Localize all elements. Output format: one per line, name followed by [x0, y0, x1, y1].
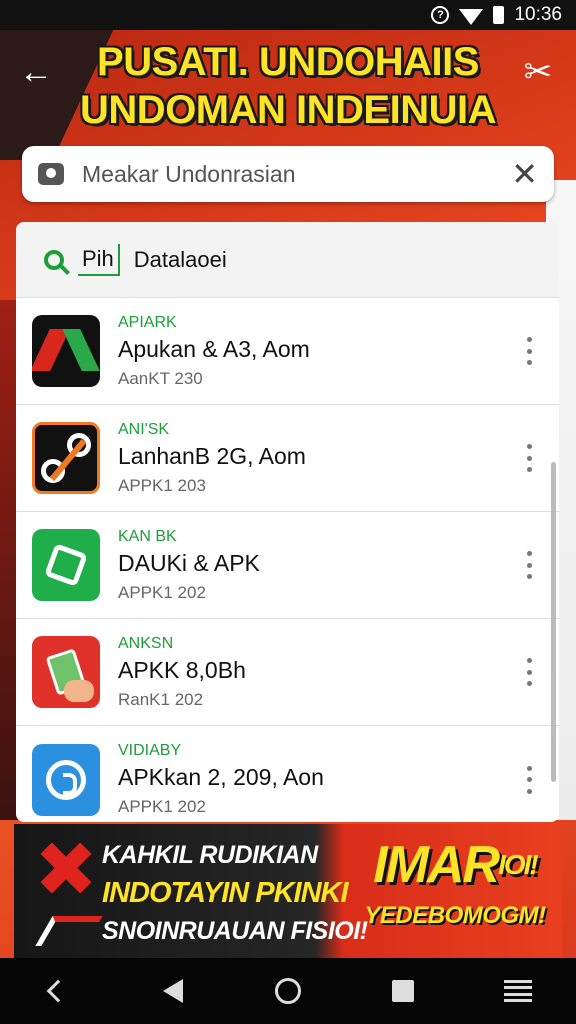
- app-meta: RanK1 202: [118, 689, 204, 709]
- arrow-left-icon: ←: [19, 52, 53, 91]
- banner-subline: YEDEBOMOGM!: [364, 902, 546, 929]
- banner-line-1: KAHKIL RUDIKIAN: [102, 841, 318, 869]
- app-meta: APPK1 202: [118, 582, 206, 602]
- scrollbar[interactable]: [551, 462, 556, 782]
- search-bar: ✕: [22, 146, 554, 202]
- page-title: PUSATI. UNDOHAIIS UNDOMAN INDEINUIA: [80, 38, 496, 134]
- scissors-app-icon: [32, 422, 100, 494]
- phone-hand-app-icon: [32, 636, 100, 708]
- app-tag: KAN BK: [118, 527, 177, 545]
- app-name: DAUKi & APK: [118, 549, 260, 576]
- triangle-app-icon: [32, 315, 100, 387]
- app-name: APKK 8,0Bh: [118, 656, 246, 683]
- app-meta: AanKT 230: [118, 368, 203, 388]
- app-meta: APPK1 203: [118, 475, 206, 495]
- banner-headline-text: IMAR: [373, 836, 500, 894]
- back-triangle-icon: [162, 979, 183, 1003]
- recents-square-icon: [392, 980, 415, 1002]
- app-tag: VIDIABY: [118, 742, 182, 759]
- app-name: Apukan & A3, Aom: [118, 335, 310, 362]
- more-options-button[interactable]: [523, 551, 535, 579]
- promo-banner[interactable]: KAHKIL RUDIKIAN INDOTAYIN PKINKI SNOINRU…: [14, 824, 562, 958]
- back-button[interactable]: ←: [14, 50, 58, 94]
- profile-button[interactable]: ✂: [516, 50, 560, 94]
- battery-icon: [493, 6, 505, 24]
- nav-recents-button[interactable]: [378, 966, 428, 1016]
- camera-icon[interactable]: [38, 163, 64, 185]
- app-list-panel: Pih Datalaoei APIARK Apukan & A3, Aom Aa…: [16, 222, 559, 822]
- search-input[interactable]: [82, 160, 512, 188]
- home-circle-icon: [274, 978, 301, 1004]
- scissors-icon: ✂: [523, 53, 553, 91]
- list-item[interactable]: ANKSN APKK 8,0Bh RanK1 202: [16, 619, 559, 726]
- app-tag: ANKSN: [118, 634, 174, 652]
- list-item[interactable]: KAN BK DAUKi & APK APPK1 202: [16, 512, 559, 619]
- banner-headline: IMARIOI!: [360, 834, 550, 896]
- more-options-button[interactable]: [523, 658, 535, 686]
- banner-logo-icon: [24, 830, 104, 950]
- banner-line-2: INDOTAYIN PKINKI: [102, 877, 349, 909]
- app-tag: APIARK: [118, 313, 177, 331]
- title-line-2: UNDOMAN INDEINUIA: [80, 88, 496, 132]
- nav-collapse-button[interactable]: [33, 966, 83, 1016]
- system-nav-bar: [0, 958, 576, 1024]
- list-item[interactable]: ANI'SK LanhanB 2G, Aom APPK1 203: [16, 405, 559, 512]
- status-time: 10:36: [514, 4, 562, 25]
- list-item[interactable]: APIARK Apukan & A3, Aom AanKT 230: [16, 298, 559, 405]
- nav-home-button[interactable]: [263, 966, 313, 1016]
- status-bar: ? 10:36: [0, 0, 576, 30]
- app-name: LanhanB 2G, Aom: [118, 442, 306, 469]
- more-options-button[interactable]: [523, 444, 535, 472]
- more-options-button[interactable]: [523, 337, 535, 365]
- search-icon: [44, 249, 64, 270]
- clear-search-button[interactable]: ✕: [511, 158, 538, 190]
- wifi-icon: [459, 8, 484, 25]
- filter-row[interactable]: Pih Datalaoei: [16, 222, 559, 298]
- nav-menu-button[interactable]: [493, 966, 543, 1016]
- banner-line-3: SNOINRUAUAN FISIOI!: [102, 917, 368, 945]
- filter-label: Datalaoei: [133, 246, 227, 272]
- menu-icon: [504, 980, 533, 1002]
- nav-back-button[interactable]: [148, 966, 198, 1016]
- app-tag: ANI'SK: [118, 420, 170, 438]
- app-meta: APPK1 202: [118, 797, 206, 816]
- more-options-button[interactable]: [523, 765, 535, 794]
- app-name: APKkan 2, 209, Aon: [118, 764, 324, 790]
- green-tent-app-icon: [32, 529, 100, 601]
- list-item[interactable]: VIDIABY APKkan 2, 209, Aon APPK1 202: [16, 726, 559, 822]
- chevron-left-icon: [46, 979, 69, 1003]
- app-header: ← PUSATI. UNDOHAIIS UNDOMAN INDEINUIA ✂: [0, 30, 576, 142]
- title-line-1: PUSATI. UNDOHAIIS: [97, 40, 479, 84]
- filter-chip[interactable]: Pih: [78, 243, 120, 276]
- notification-alert-icon: ?: [431, 6, 450, 24]
- chat-bubble-app-icon: [32, 743, 100, 816]
- banner-headline-sup: IOI!: [498, 849, 539, 880]
